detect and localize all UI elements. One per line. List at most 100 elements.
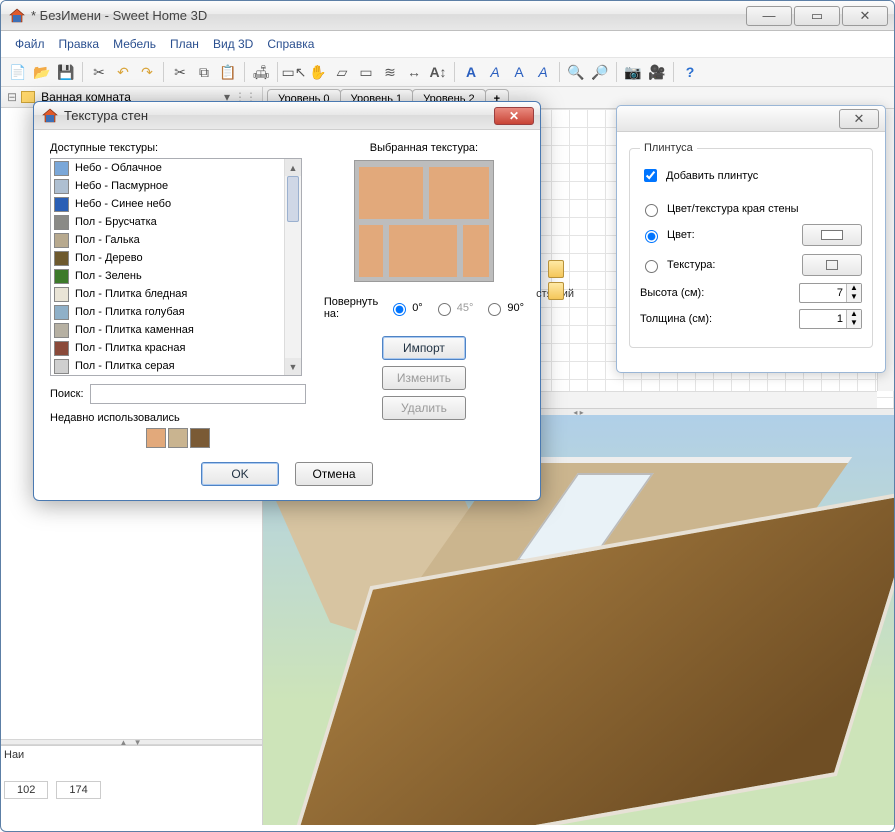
text-tool-icon[interactable]: A↕ <box>427 61 449 83</box>
menu-view3d[interactable]: Вид 3D <box>207 35 259 53</box>
maximize-button[interactable]: ▭ <box>794 6 840 26</box>
new-icon[interactable]: 📄 <box>7 61 29 83</box>
color-radio[interactable]: Цвет: <box>640 227 794 243</box>
delete-button[interactable]: Удалить <box>382 396 466 420</box>
add-furniture-icon[interactable]: 🛋 <box>250 61 272 83</box>
texture-list-item[interactable]: Пол - Плитка голубая <box>51 303 284 321</box>
dialog-close-button[interactable]: ✕ <box>494 107 534 125</box>
radio-icon[interactable] <box>393 303 406 316</box>
zoom-out-icon[interactable]: 🔎 <box>589 61 611 83</box>
prop-cell: 174 <box>56 781 100 799</box>
texture-list-item[interactable]: Небо - Синее небо <box>51 195 284 213</box>
thickness-spinner[interactable]: ▲▼ <box>799 309 862 329</box>
texture-item-label: Пол - Дерево <box>75 252 143 264</box>
close-button[interactable]: ✕ <box>842 6 888 26</box>
height-input[interactable] <box>800 287 846 299</box>
menu-plan[interactable]: План <box>164 35 205 53</box>
recent-swatch[interactable] <box>146 428 166 448</box>
wall-tool-icon[interactable]: ▱ <box>331 61 353 83</box>
help-icon[interactable]: ? <box>679 61 701 83</box>
text-bold-icon[interactable]: A <box>460 61 482 83</box>
add-plinth-checkbox[interactable]: Добавить плинтус <box>640 166 862 185</box>
cut-prefs-icon[interactable]: ✂ <box>88 61 110 83</box>
text-color-icon[interactable]: A <box>508 61 530 83</box>
photo-icon[interactable]: 📷 <box>622 61 644 83</box>
video-icon[interactable]: 🎥 <box>646 61 668 83</box>
wall-properties-panel: ✕ Плинтуса Добавить плинтус Цвет/текстур… <box>616 105 886 373</box>
scroll-up-icon[interactable]: ▲ <box>285 159 301 176</box>
texture-list-item[interactable]: Небо - Пасмурное <box>51 177 284 195</box>
texture-list-item[interactable]: Пол - Плитка каменная <box>51 321 284 339</box>
texture-list-scrollbar[interactable]: ▲ ▼ <box>284 159 301 375</box>
save-icon[interactable]: 💾 <box>55 61 77 83</box>
search-label: Поиск: <box>50 388 84 400</box>
dimension-tool-icon[interactable]: ↔ <box>403 61 425 83</box>
ok-button[interactable]: OK <box>201 462 279 486</box>
texture-list-item[interactable]: Пол - Плитка серая <box>51 357 284 375</box>
room-tool-icon[interactable]: ▭ <box>355 61 377 83</box>
checkbox-icon[interactable] <box>644 169 657 182</box>
texture-list-item[interactable]: Пол - Зелень <box>51 267 284 285</box>
texture-list-item[interactable]: Пол - Брусчатка <box>51 213 284 231</box>
scrollbar-thumb[interactable] <box>287 176 299 222</box>
scroll-down-icon[interactable]: ▼ <box>285 358 301 375</box>
undo-icon[interactable]: ↶ <box>112 61 134 83</box>
recent-swatch[interactable] <box>168 428 188 448</box>
texture-list-item[interactable]: Пол - Галька <box>51 231 284 249</box>
texture-item-label: Пол - Зелень <box>75 270 142 282</box>
texture-radio[interactable]: Текстура: <box>640 257 794 273</box>
radio-icon[interactable] <box>645 204 658 217</box>
thickness-input[interactable] <box>800 313 846 325</box>
texture-swatch-icon <box>54 215 69 230</box>
texture-item-label: Небо - Облачное <box>75 162 162 174</box>
plinth-group-title: Плинтуса <box>640 142 697 154</box>
pan-tool-icon[interactable]: ✋ <box>307 61 329 83</box>
panel-close-button[interactable]: ✕ <box>839 109 879 129</box>
radio-icon[interactable] <box>438 303 451 316</box>
copy-icon[interactable]: ⧉ <box>193 61 215 83</box>
texture-list-item[interactable]: Пол - Дерево <box>51 249 284 267</box>
text-italic-icon[interactable]: A <box>484 61 506 83</box>
height-spinner[interactable]: ▲▼ <box>799 283 862 303</box>
recent-swatch[interactable] <box>190 428 210 448</box>
menu-help[interactable]: Справка <box>261 35 320 53</box>
zoom-in-icon[interactable]: 🔍 <box>565 61 587 83</box>
cut-icon[interactable]: ✂ <box>169 61 191 83</box>
rotate-0-radio[interactable]: 0° <box>388 300 423 316</box>
polyline-tool-icon[interactable]: ≋ <box>379 61 401 83</box>
menu-furniture[interactable]: Мебель <box>107 35 162 53</box>
radio-icon[interactable] <box>488 303 501 316</box>
modify-button[interactable]: Изменить <box>382 366 466 390</box>
paste-icon[interactable]: 📋 <box>217 61 239 83</box>
rotate-90-radio[interactable]: 90° <box>483 300 524 316</box>
texture-picker-button[interactable] <box>802 254 862 276</box>
import-button[interactable]: Импорт <box>382 336 466 360</box>
open-icon[interactable]: 📂 <box>31 61 53 83</box>
edge-color-texture-radio[interactable]: Цвет/текстура края стены <box>640 201 862 217</box>
menu-edit[interactable]: Правка <box>53 35 106 53</box>
texture-list-item[interactable]: Небо - Облачное <box>51 159 284 177</box>
dialog-title: Текстура стен <box>64 108 494 123</box>
select-tool-icon[interactable]: ▭↖ <box>283 61 305 83</box>
rotate-45-radio[interactable]: 45° <box>433 300 474 316</box>
folder-icon <box>21 91 35 103</box>
cancel-button[interactable]: Отмена <box>295 462 373 486</box>
texture-list-item[interactable]: Пол - Плитка красная <box>51 339 284 357</box>
texture-swatch-icon <box>54 341 69 356</box>
texture-list[interactable]: Небо - Облачное Небо - ПасмурноеНебо - Си… <box>50 158 302 376</box>
search-input[interactable] <box>90 384 306 404</box>
spinner-down-icon[interactable]: ▼ <box>847 319 861 328</box>
texture-swatch-icon <box>54 179 69 194</box>
text-size-icon[interactable]: A <box>532 61 554 83</box>
redo-icon[interactable]: ↷ <box>136 61 158 83</box>
color-picker-button[interactable] <box>802 224 862 246</box>
menu-file[interactable]: Файл <box>9 35 51 53</box>
radio-icon[interactable] <box>645 260 658 273</box>
radio-icon[interactable] <box>645 230 658 243</box>
spinner-down-icon[interactable]: ▼ <box>847 293 861 302</box>
recent-label: Недавно использовались <box>50 412 180 424</box>
prop-header: Наи <box>4 749 24 761</box>
texture-swatch-icon <box>54 161 69 176</box>
minimize-button[interactable]: — <box>746 6 792 26</box>
texture-list-item[interactable]: Пол - Плитка бледная <box>51 285 284 303</box>
